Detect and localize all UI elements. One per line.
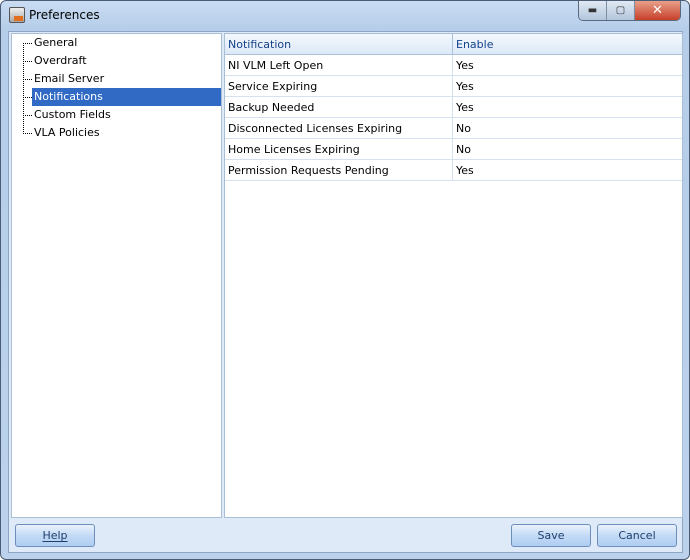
- cancel-button[interactable]: Cancel: [597, 524, 677, 547]
- notification-cell: Service Expiring: [225, 76, 453, 97]
- tree-item-vla-policies[interactable]: VLA Policies: [32, 124, 102, 142]
- table-row[interactable]: NI VLM Left Open Yes: [225, 55, 682, 76]
- app-icon: [9, 7, 25, 23]
- tree-line: [23, 43, 32, 44]
- help-button[interactable]: Help: [15, 524, 95, 547]
- grid-header: Notification Enable: [225, 34, 682, 55]
- notification-cell: NI VLM Left Open: [225, 55, 453, 76]
- enable-cell[interactable]: No: [453, 118, 682, 139]
- tree-item-email-server[interactable]: Email Server: [32, 70, 106, 88]
- tree-line: [23, 115, 32, 116]
- table-row[interactable]: Backup Needed Yes: [225, 97, 682, 118]
- column-header-enable[interactable]: Enable: [453, 34, 682, 55]
- table-row[interactable]: Disconnected Licenses Expiring No: [225, 118, 682, 139]
- notification-cell: Disconnected Licenses Expiring: [225, 118, 453, 139]
- window-title: Preferences: [29, 8, 100, 22]
- tree-item-general[interactable]: General: [32, 34, 79, 52]
- minimize-button[interactable]: ▬: [579, 1, 607, 20]
- notification-cell: Permission Requests Pending: [225, 160, 453, 181]
- tree-line: [23, 43, 24, 134]
- table-row[interactable]: Service Expiring Yes: [225, 76, 682, 97]
- enable-cell[interactable]: No: [453, 139, 682, 160]
- column-header-notification[interactable]: Notification: [225, 34, 453, 55]
- enable-cell[interactable]: Yes: [453, 97, 682, 118]
- dialog-body: General Overdraft Email Server Notificat…: [8, 31, 683, 553]
- tree-line: [23, 61, 32, 62]
- help-label: Help: [42, 529, 68, 542]
- save-button[interactable]: Save: [511, 524, 591, 547]
- maximize-button[interactable]: ▢: [607, 1, 635, 20]
- table-row[interactable]: Permission Requests Pending Yes: [225, 160, 682, 181]
- tree-item-custom-fields[interactable]: Custom Fields: [32, 106, 113, 124]
- preferences-window: Preferences ▬ ▢ ✕ General Overdraft Emai…: [0, 0, 690, 560]
- table-row[interactable]: Home Licenses Expiring No: [225, 139, 682, 160]
- close-button[interactable]: ✕: [635, 1, 680, 20]
- tree-line: [23, 133, 32, 134]
- notifications-grid: Notification Enable NI VLM Left Open Yes …: [224, 33, 683, 518]
- category-tree[interactable]: General Overdraft Email Server Notificat…: [11, 33, 222, 518]
- notification-cell: Backup Needed: [225, 97, 453, 118]
- tree-item-notifications[interactable]: Notifications: [32, 88, 221, 106]
- notification-cell: Home Licenses Expiring: [225, 139, 453, 160]
- tree-line: [23, 79, 32, 80]
- enable-cell[interactable]: Yes: [453, 160, 682, 181]
- enable-cell[interactable]: Yes: [453, 55, 682, 76]
- tree-item-overdraft[interactable]: Overdraft: [32, 52, 89, 70]
- tree-line: [23, 97, 32, 98]
- enable-cell[interactable]: Yes: [453, 76, 682, 97]
